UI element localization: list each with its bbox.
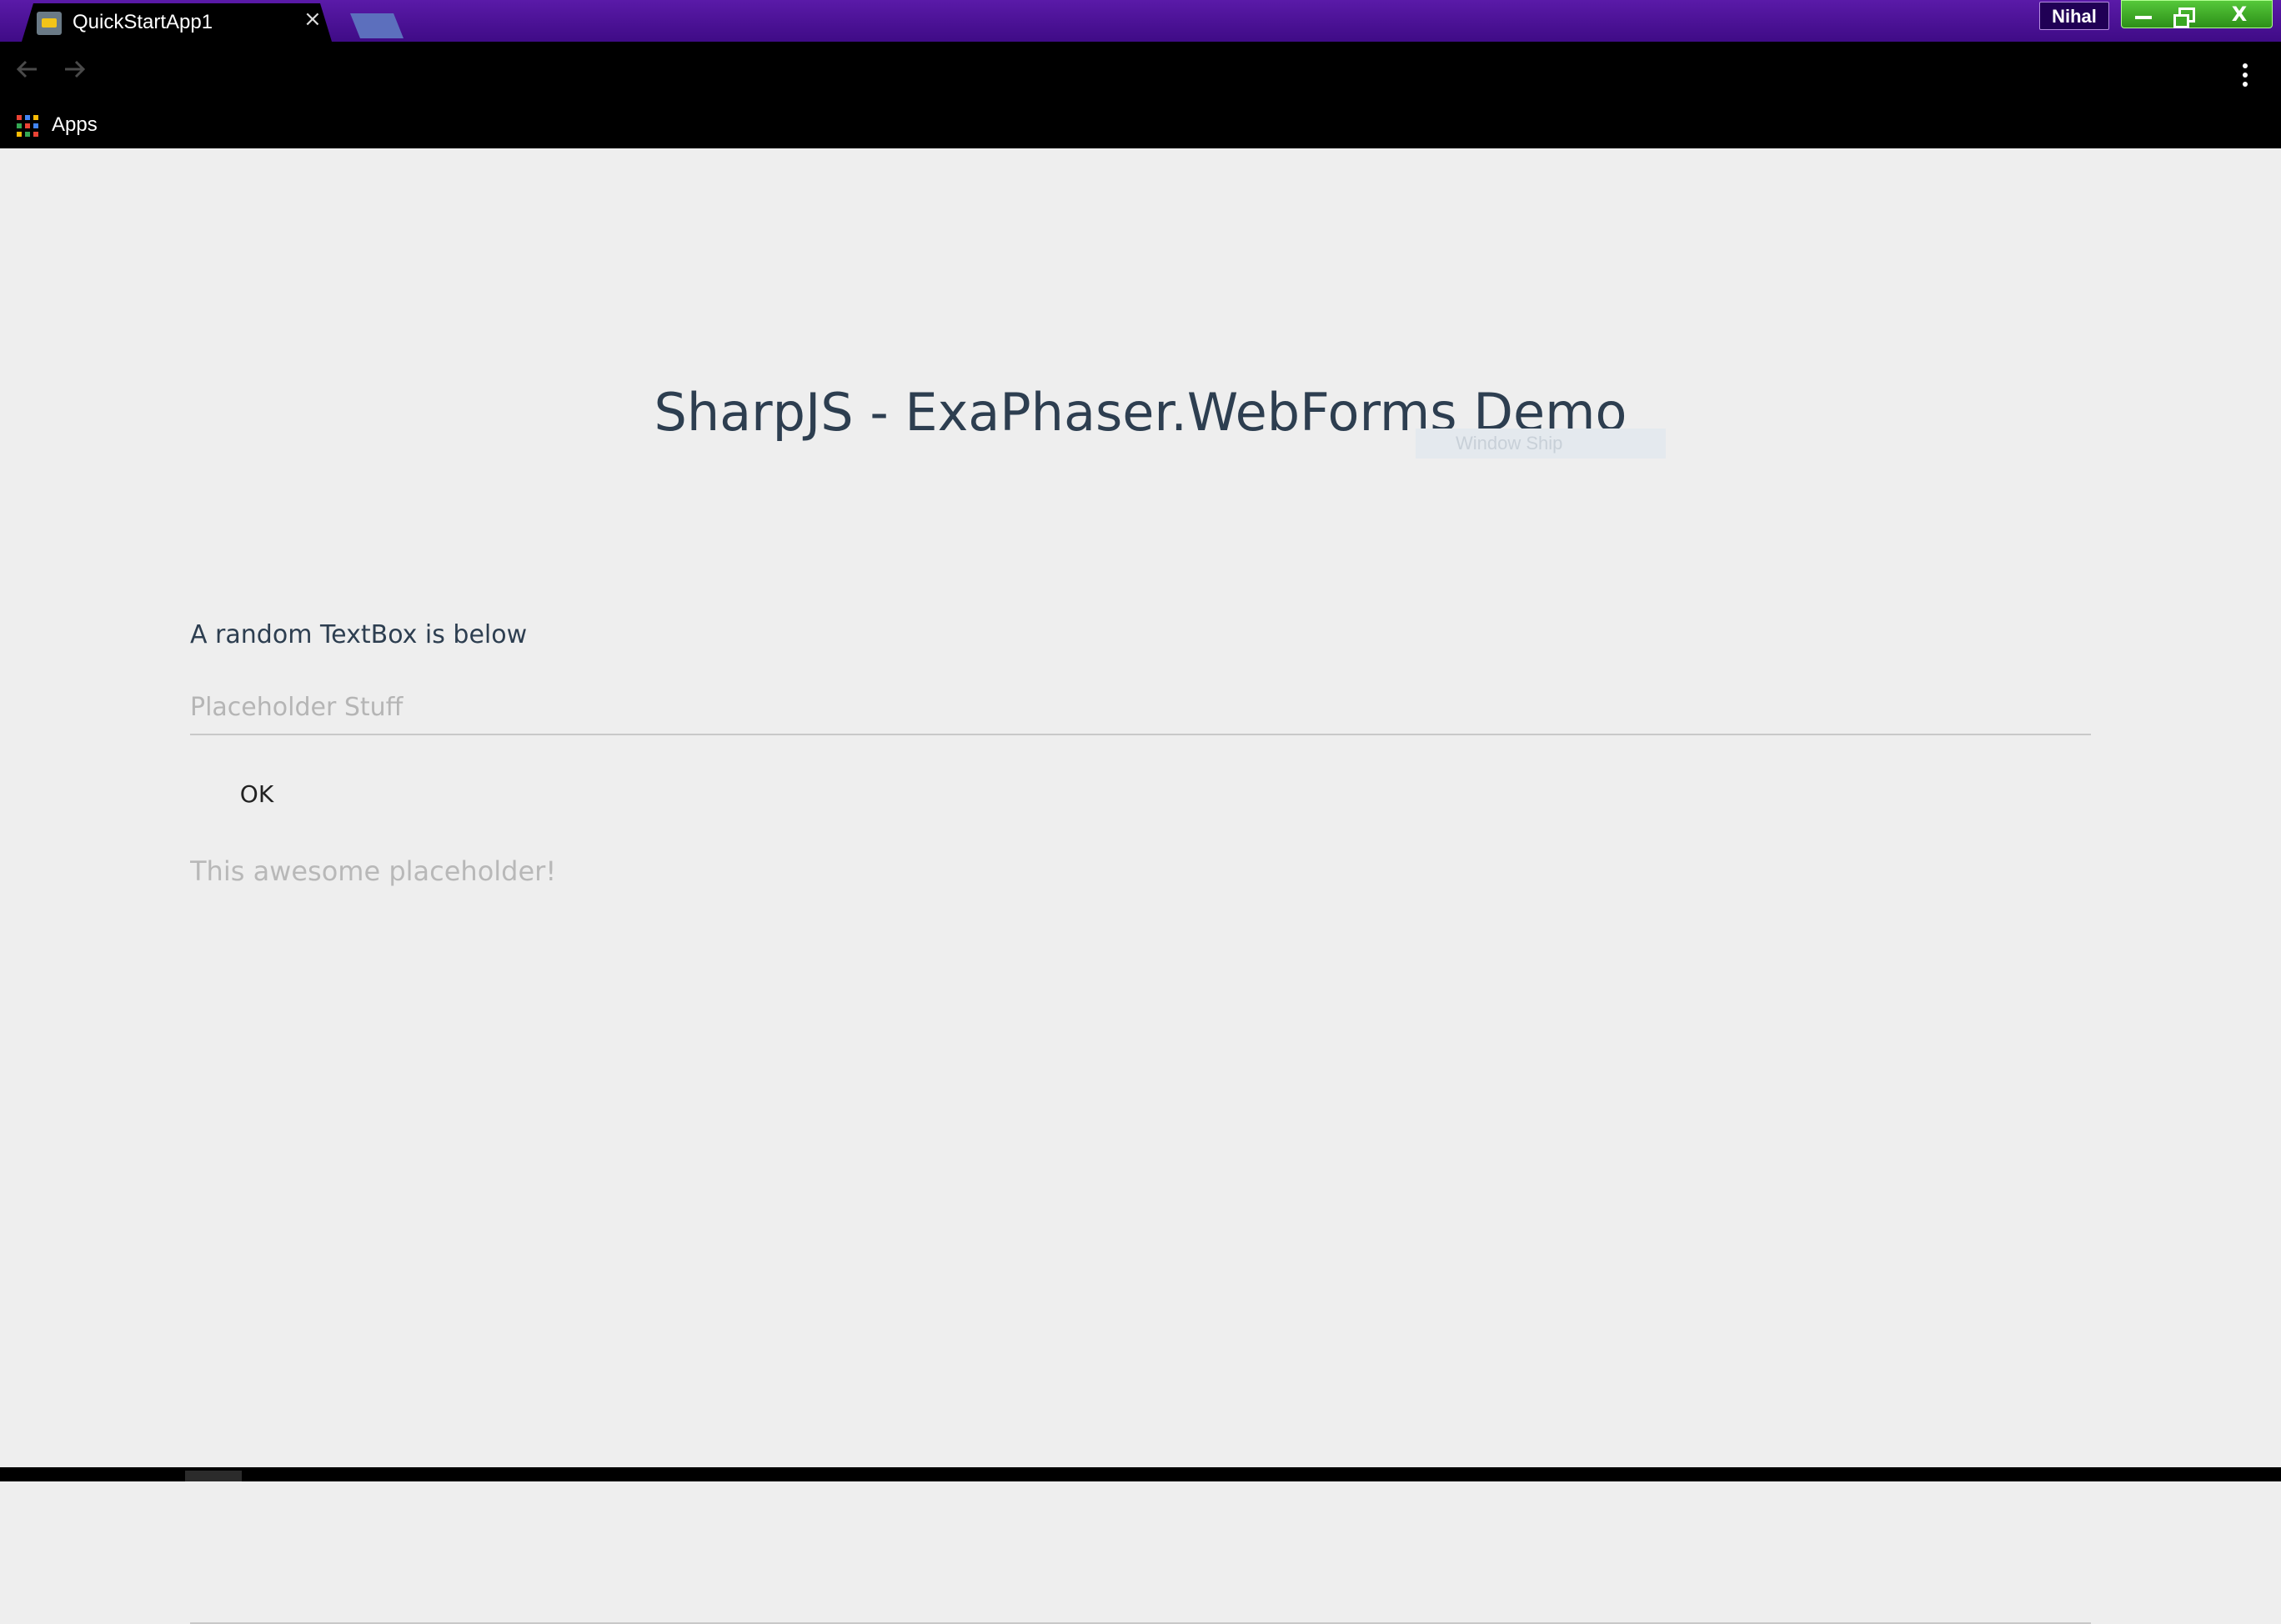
close-window-button[interactable]: X	[2207, 1, 2272, 28]
placeholder-textarea[interactable]	[190, 847, 2091, 1624]
apps-grid-dot	[33, 132, 38, 137]
apps-grid-dot	[25, 132, 30, 137]
window-controls: X	[2121, 0, 2273, 28]
app-favicon-icon	[37, 12, 62, 35]
arrow-right-icon	[65, 60, 86, 78]
restore-button[interactable]	[2163, 1, 2205, 28]
apps-grid-dot	[17, 115, 22, 120]
ghost-window-label: Window Ship	[1416, 429, 1666, 459]
apps-grid-icon	[17, 115, 38, 137]
browser-toolbar: Apps	[0, 42, 2281, 148]
apps-grid-dot	[25, 115, 30, 120]
close-tab-icon[interactable]: ×	[303, 8, 322, 30]
vertical-dots-icon	[2243, 63, 2248, 68]
arrow-left-icon	[16, 60, 37, 78]
intro-label: A random TextBox is below	[190, 620, 528, 649]
profile-button[interactable]: Nihal	[2039, 2, 2109, 30]
tab-title: QuickStartApp1	[73, 11, 213, 33]
dot	[2243, 73, 2248, 78]
ok-button[interactable]: OK	[225, 775, 288, 812]
random-textbox[interactable]	[190, 680, 2091, 735]
browser-menu-button[interactable]	[2243, 63, 2251, 91]
page-content: SharpJS - ExaPhaser.WebForms Demo Window…	[0, 148, 2281, 1624]
taskbar-item[interactable]	[185, 1471, 242, 1481]
apps-grid-dot	[17, 132, 22, 137]
dot	[2243, 82, 2248, 87]
window-title-bar: QuickStartApp1 × Nihal X	[0, 0, 2281, 42]
back-button[interactable]	[15, 57, 40, 87]
apps-grid-dot	[33, 115, 38, 120]
apps-grid-dot	[17, 123, 22, 128]
new-tab-button[interactable]	[350, 13, 404, 38]
page-title: SharpJS - ExaPhaser.WebForms Demo	[654, 382, 1627, 443]
apps-grid-dot	[33, 123, 38, 128]
apps-label: Apps	[52, 113, 98, 136]
apps-grid-dot	[25, 123, 30, 128]
minimize-button[interactable]	[2123, 1, 2163, 28]
taskbar-strip	[0, 1467, 2281, 1481]
minimize-icon	[2135, 16, 2152, 19]
restore-icon	[2173, 8, 2195, 28]
forward-button[interactable]	[62, 57, 87, 87]
